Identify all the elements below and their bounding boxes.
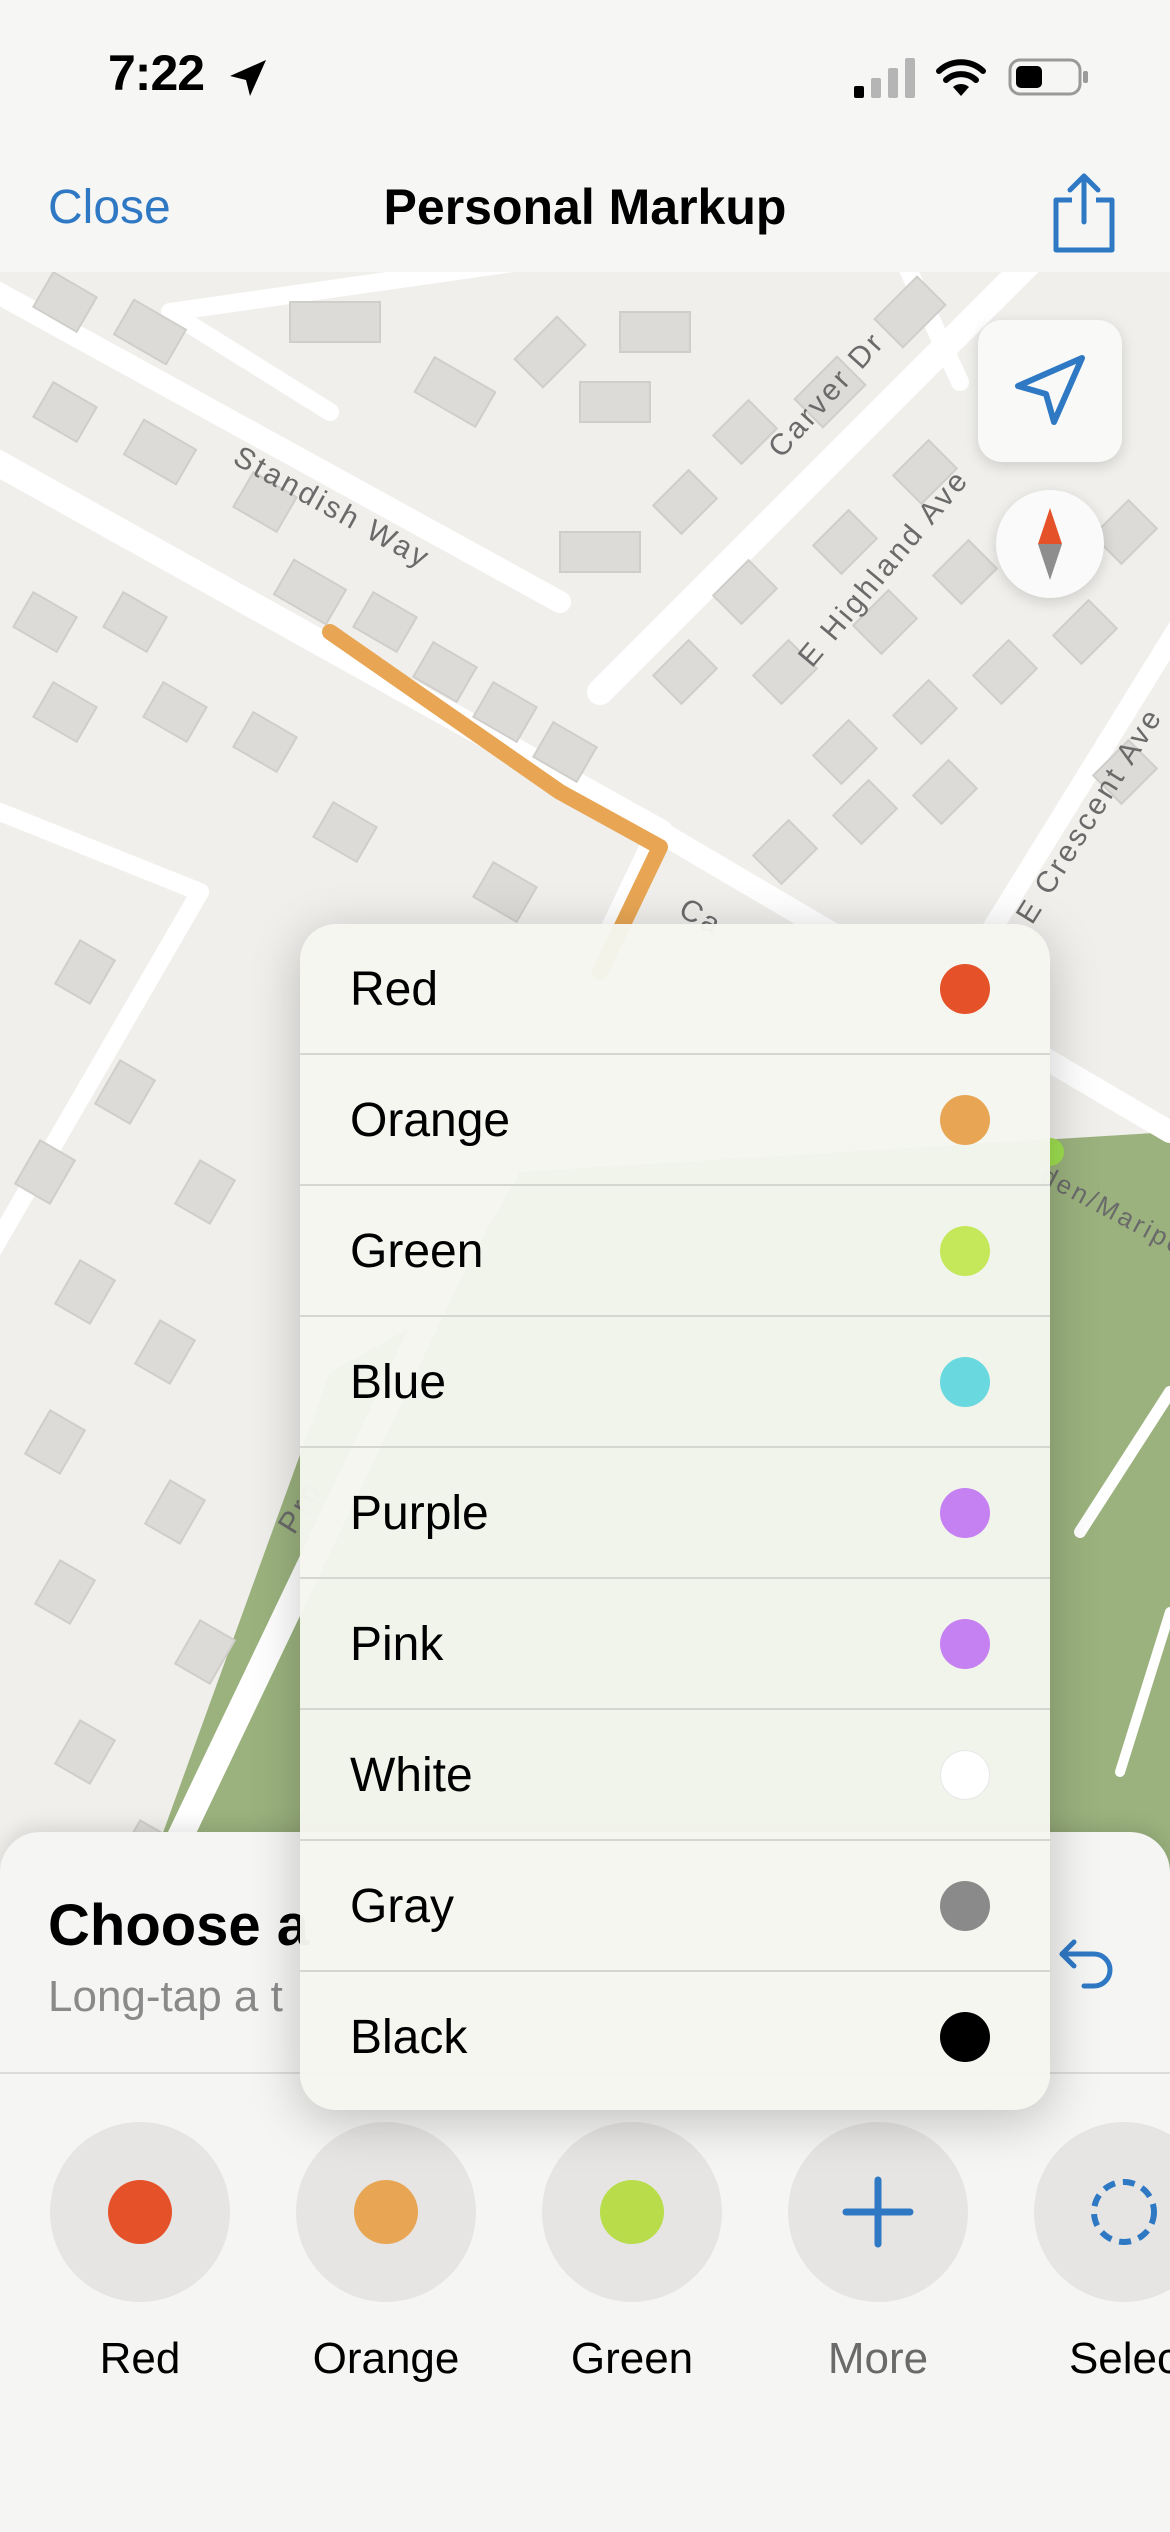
color-option-gray[interactable]: Gray	[300, 1841, 1050, 1972]
color-swatch	[940, 1619, 990, 1669]
battery-icon	[1008, 58, 1088, 96]
color-option-label: White	[350, 1749, 473, 1802]
tool-green[interactable]: Green	[542, 2122, 722, 2384]
tool-label: Selec	[1068, 2334, 1170, 2383]
color-option-label: Green	[350, 1225, 484, 1278]
color-option-white[interactable]: White	[300, 1710, 1050, 1841]
color-option-label: Purple	[350, 1487, 489, 1540]
color-swatch	[940, 964, 990, 1014]
color-option-label: Red	[350, 963, 439, 1016]
share-icon[interactable]	[1046, 170, 1122, 254]
dashed-circle-icon	[1091, 2179, 1157, 2245]
sheet-subtitle: Long-tap a t	[48, 1972, 283, 2021]
page-title: Personal Markup	[383, 179, 787, 235]
status-time: 7:22	[108, 45, 205, 101]
location-arrow-icon	[1015, 355, 1085, 425]
sheet-title: Choose a	[48, 1893, 310, 1958]
nav-bar: Close Personal Markup	[0, 150, 1170, 274]
color-swatch	[940, 1095, 990, 1145]
tool-more-circle	[788, 2122, 968, 2302]
color-swatch	[940, 1488, 990, 1538]
color-option-label: Orange	[350, 1094, 511, 1147]
color-swatch	[940, 2012, 990, 2062]
undo-icon[interactable]	[1054, 1928, 1118, 1992]
color-option-black[interactable]: Black	[300, 1972, 1050, 2103]
color-swatch	[940, 1750, 990, 1800]
status-bar: 7:22	[0, 0, 1170, 150]
tool-label: Orange	[312, 2334, 460, 2383]
color-dot	[600, 2180, 664, 2244]
location-arrow-icon	[230, 60, 266, 96]
color-option-label: Gray	[350, 1880, 455, 1933]
tool-orange[interactable]: Orange	[296, 2122, 476, 2384]
locate-button[interactable]	[978, 320, 1122, 462]
cellular-signal-icon	[854, 58, 915, 98]
tool-label: Green	[570, 2334, 694, 2383]
wifi-icon	[936, 59, 986, 96]
color-swatch	[940, 1226, 990, 1276]
color-dot	[354, 2180, 418, 2244]
tool-select-circle	[1034, 2122, 1170, 2302]
tool-label: More	[827, 2334, 929, 2383]
color-option-label: Pink	[350, 1618, 444, 1671]
color-swatch	[940, 1881, 990, 1931]
color-option-purple[interactable]: Purple	[300, 1448, 1050, 1579]
color-swatch	[940, 1357, 990, 1407]
tool-green-circle	[542, 2122, 722, 2302]
color-option-red[interactable]: Red	[300, 924, 1050, 1055]
tool-red[interactable]: Red	[50, 2122, 230, 2384]
compass-icon	[1038, 508, 1062, 580]
color-option-orange[interactable]: Orange	[300, 1055, 1050, 1186]
color-dot	[108, 2180, 172, 2244]
color-option-label: Black	[350, 2011, 468, 2064]
plus-icon	[842, 2176, 914, 2248]
tool-label: Red	[99, 2334, 181, 2383]
color-menu: Red Orange Green Blue Purple Pink White …	[300, 924, 1050, 2110]
color-option-pink[interactable]: Pink	[300, 1579, 1050, 1710]
tool-orange-circle	[296, 2122, 476, 2302]
color-option-blue[interactable]: Blue	[300, 1317, 1050, 1448]
color-option-label: Blue	[350, 1356, 447, 1409]
color-option-green[interactable]: Green	[300, 1186, 1050, 1317]
tool-more[interactable]: More	[788, 2122, 968, 2384]
tool-select[interactable]: Selec	[1034, 2122, 1170, 2384]
compass-button[interactable]	[996, 490, 1104, 598]
tool-red-circle	[50, 2122, 230, 2302]
